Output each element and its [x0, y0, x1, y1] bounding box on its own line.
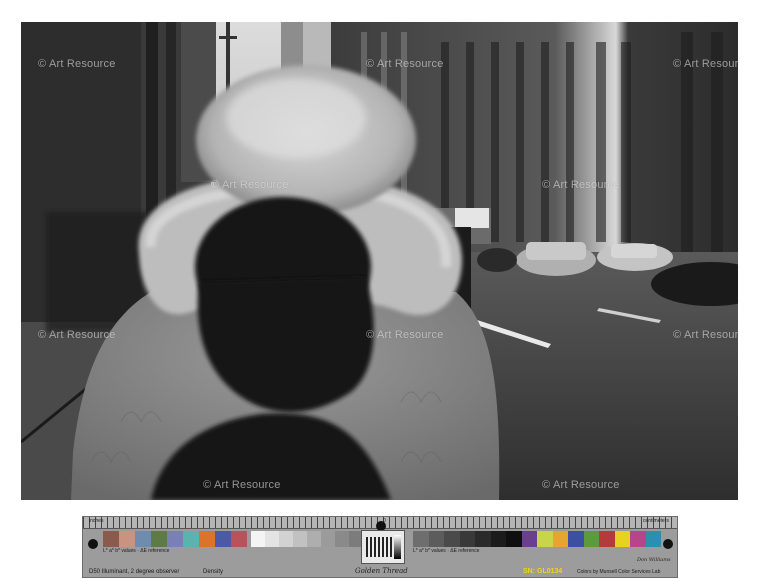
color-patch [645, 531, 661, 547]
watermark-text: © Art Resource [211, 179, 289, 191]
color-patch [335, 531, 349, 547]
watermark-text: © Art Resource [673, 329, 738, 341]
watermark-text: © Art Resource [542, 479, 620, 491]
color-patch [428, 531, 444, 547]
color-patch [199, 531, 215, 547]
registration-hole-right [663, 539, 673, 549]
density-label: Density [203, 569, 224, 575]
color-patch [135, 531, 151, 547]
color-patch [265, 531, 279, 547]
signature: Don Williams [637, 557, 671, 563]
watermark-text: © Art Resource [542, 179, 620, 191]
color-patch [119, 531, 135, 547]
color-patch [215, 531, 231, 547]
watermark-text: © Art Resource [366, 329, 444, 341]
watermark-text: © Art Resource [38, 329, 116, 341]
patch-values-text: L* a* b* values · ΔE reference [413, 548, 480, 554]
color-patch [444, 531, 460, 547]
watermark-text: © Art Resource [673, 58, 738, 70]
serial-number: SN: GL0134 [523, 568, 563, 575]
watermark-text: © Art Resource [38, 58, 116, 70]
watermark-text: © Art Resource [203, 479, 281, 491]
color-patch [279, 531, 293, 547]
color-patch [413, 531, 429, 547]
color-patch [293, 531, 307, 547]
color-patch [506, 531, 522, 547]
color-patch [103, 531, 119, 547]
color-patch [630, 531, 646, 547]
colors-by-text: Colors by Munsell Color Services Lab [577, 569, 661, 575]
color-patch [614, 531, 630, 547]
color-patch [321, 531, 335, 547]
color-patch [521, 531, 537, 547]
color-patch [568, 531, 584, 547]
color-patch [475, 531, 491, 547]
color-patch [459, 531, 475, 547]
color-patch-row [103, 531, 247, 547]
color-calibration-target: inches 0 centimeters L* a* b* values · Δ… [82, 516, 678, 578]
photograph: © Art Resource © Art Resource © Art Reso… [21, 22, 738, 500]
color-patch [599, 531, 615, 547]
color-patch [552, 531, 568, 547]
resolution-card [361, 530, 405, 564]
color-patch [490, 531, 506, 547]
illuminant-text: D50 Illuminant, 2 degree observer [89, 569, 180, 575]
color-patch [251, 531, 265, 547]
color-patch [583, 531, 599, 547]
color-patch [183, 531, 199, 547]
registration-hole-left [88, 539, 98, 549]
color-patch [231, 531, 247, 547]
watermark-text: © Art Resource [366, 58, 444, 70]
color-patch [151, 531, 167, 547]
color-patch [537, 531, 553, 547]
patch-values-text: L* a* b* values · ΔE reference [103, 548, 170, 554]
golden-thread-logo: Golden Thread [355, 567, 408, 575]
color-patch [307, 531, 321, 547]
color-patch [167, 531, 183, 547]
street-scene-image [21, 22, 738, 500]
gray-patch-row [251, 531, 363, 547]
color-patch-row [413, 531, 661, 547]
